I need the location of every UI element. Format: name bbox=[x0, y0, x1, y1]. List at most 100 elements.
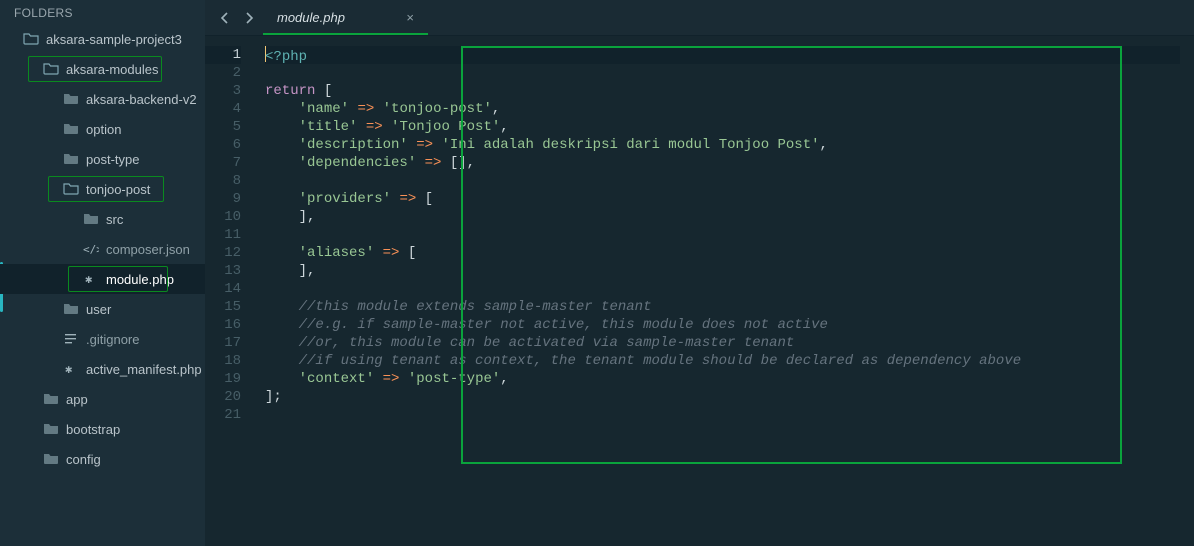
tree-item-composer-json[interactable]: composer.json bbox=[0, 234, 205, 264]
line-number: 18 bbox=[205, 352, 241, 370]
code-line[interactable]: 'providers' => [ bbox=[265, 190, 1180, 208]
tree-item-label: bootstrap bbox=[66, 422, 120, 437]
tree-item-app[interactable]: app bbox=[0, 384, 205, 414]
code-line[interactable]: 'dependencies' => [], bbox=[265, 154, 1180, 172]
tree-item-label: .gitignore bbox=[86, 332, 139, 347]
code-line[interactable] bbox=[265, 226, 1180, 244]
line-number: 12 bbox=[205, 244, 241, 262]
folder-open-icon bbox=[42, 61, 60, 77]
line-number: 20 bbox=[205, 388, 241, 406]
tree-item-label: user bbox=[86, 302, 111, 317]
tree-item-bootstrap[interactable]: bootstrap bbox=[0, 414, 205, 444]
line-number: 2 bbox=[205, 64, 241, 82]
tab-module-php[interactable]: module.php × bbox=[263, 0, 428, 35]
tree-item-label: aksara-sample-project3 bbox=[46, 32, 182, 47]
tree-item-label: composer.json bbox=[106, 242, 190, 257]
folder-open-icon bbox=[62, 181, 80, 197]
line-number: 1 bbox=[205, 46, 241, 64]
folder-closed-icon bbox=[62, 301, 80, 317]
folder-closed-icon bbox=[42, 451, 60, 467]
file-icon bbox=[62, 361, 80, 377]
code-line[interactable]: //if using tenant as context, the tenant… bbox=[265, 352, 1180, 370]
code-line[interactable]: ], bbox=[265, 208, 1180, 226]
tree-item-label: src bbox=[106, 212, 123, 227]
tree-item-label: aksara-backend-v2 bbox=[86, 92, 197, 107]
editor-area: module.php × 123456789101112131415161718… bbox=[205, 0, 1194, 546]
folder-closed-icon bbox=[62, 151, 80, 167]
minimap-placeholder bbox=[1180, 36, 1194, 546]
line-number: 13 bbox=[205, 262, 241, 280]
tree-item-src[interactable]: src bbox=[0, 204, 205, 234]
line-number: 14 bbox=[205, 280, 241, 298]
fold-gutter bbox=[249, 36, 265, 546]
tab-title: module.php bbox=[277, 10, 376, 25]
code-line[interactable]: //or, this module can be activated via s… bbox=[265, 334, 1180, 352]
line-number: 17 bbox=[205, 334, 241, 352]
tree-item-user[interactable]: user bbox=[0, 294, 205, 324]
folder-closed-icon bbox=[42, 421, 60, 437]
tree-item-label: config bbox=[66, 452, 101, 467]
line-number: 15 bbox=[205, 298, 241, 316]
code-line[interactable]: //e.g. if sample-master not active, this… bbox=[265, 316, 1180, 334]
tree-item-active-manifest-php[interactable]: active_manifest.php bbox=[0, 354, 205, 384]
sidebar-header: FOLDERS bbox=[0, 0, 205, 24]
tree-item-aksara-sample-project3[interactable]: aksara-sample-project3 bbox=[0, 24, 205, 54]
tree-item-tonjoo-post[interactable]: tonjoo-post bbox=[0, 174, 205, 204]
line-number: 6 bbox=[205, 136, 241, 154]
tree-item-aksara-modules[interactable]: aksara-modules bbox=[0, 54, 205, 84]
code-line[interactable]: <?php bbox=[265, 46, 1180, 64]
tree-item-post-type[interactable]: post-type bbox=[0, 144, 205, 174]
line-number: 10 bbox=[205, 208, 241, 226]
nav-back-icon[interactable] bbox=[217, 10, 233, 26]
code-line[interactable]: return [ bbox=[265, 82, 1180, 100]
code-line[interactable]: 'aliases' => [ bbox=[265, 244, 1180, 262]
line-number: 21 bbox=[205, 406, 241, 424]
line-number: 4 bbox=[205, 100, 241, 118]
code-line[interactable] bbox=[265, 280, 1180, 298]
tree-item-label: module.php bbox=[106, 272, 174, 287]
tree-item-option[interactable]: option bbox=[0, 114, 205, 144]
lines-file-icon bbox=[62, 331, 80, 347]
line-number: 5 bbox=[205, 118, 241, 136]
line-number: 16 bbox=[205, 316, 241, 334]
tree-item-module-php[interactable]: module.php bbox=[0, 264, 205, 294]
code-line[interactable]: 'description' => 'Ini adalah deskripsi d… bbox=[265, 136, 1180, 154]
code-line[interactable]: ], bbox=[265, 262, 1180, 280]
line-number: 8 bbox=[205, 172, 241, 190]
file-icon bbox=[82, 271, 100, 287]
code-line[interactable]: 'name' => 'tonjoo-post', bbox=[265, 100, 1180, 118]
tab-bar: module.php × bbox=[205, 0, 1194, 36]
code-viewport[interactable]: <?php return [ 'name' => 'tonjoo-post', … bbox=[265, 36, 1180, 546]
tree-item-label: post-type bbox=[86, 152, 139, 167]
line-number: 19 bbox=[205, 370, 241, 388]
folder-closed-icon bbox=[62, 91, 80, 107]
sidebar: FOLDERS aksara-sample-project3 aksara-mod… bbox=[0, 0, 205, 546]
line-number: 3 bbox=[205, 82, 241, 100]
line-number: 9 bbox=[205, 190, 241, 208]
code-line[interactable]: 'title' => 'Tonjoo Post', bbox=[265, 118, 1180, 136]
close-icon[interactable]: × bbox=[406, 10, 414, 25]
code-line[interactable] bbox=[265, 172, 1180, 190]
code-line[interactable] bbox=[265, 64, 1180, 82]
line-number: 7 bbox=[205, 154, 241, 172]
code-line[interactable] bbox=[265, 406, 1180, 424]
folder-open-icon bbox=[22, 31, 40, 47]
folder-closed-icon bbox=[82, 211, 100, 227]
folder-closed-icon bbox=[42, 391, 60, 407]
code-file-icon bbox=[82, 241, 100, 257]
line-number: 11 bbox=[205, 226, 241, 244]
nav-forward-icon[interactable] bbox=[241, 10, 257, 26]
code-line[interactable]: ]; bbox=[265, 388, 1180, 406]
tree-item-config[interactable]: config bbox=[0, 444, 205, 474]
folder-closed-icon bbox=[62, 121, 80, 137]
tree-item-label: aksara-modules bbox=[66, 62, 159, 77]
code-line[interactable]: 'context' => 'post-type', bbox=[265, 370, 1180, 388]
file-tree: aksara-sample-project3 aksara-modules aksa… bbox=[0, 24, 205, 482]
code-line[interactable]: //this module extends sample-master tena… bbox=[265, 298, 1180, 316]
tree-item-label: option bbox=[86, 122, 121, 137]
tree-item-label: app bbox=[66, 392, 88, 407]
tree-item-label: active_manifest.php bbox=[86, 362, 202, 377]
tree-item-aksara-backend-v2[interactable]: aksara-backend-v2 bbox=[0, 84, 205, 114]
tree-item-label: tonjoo-post bbox=[86, 182, 150, 197]
tree-item--gitignore[interactable]: .gitignore bbox=[0, 324, 205, 354]
